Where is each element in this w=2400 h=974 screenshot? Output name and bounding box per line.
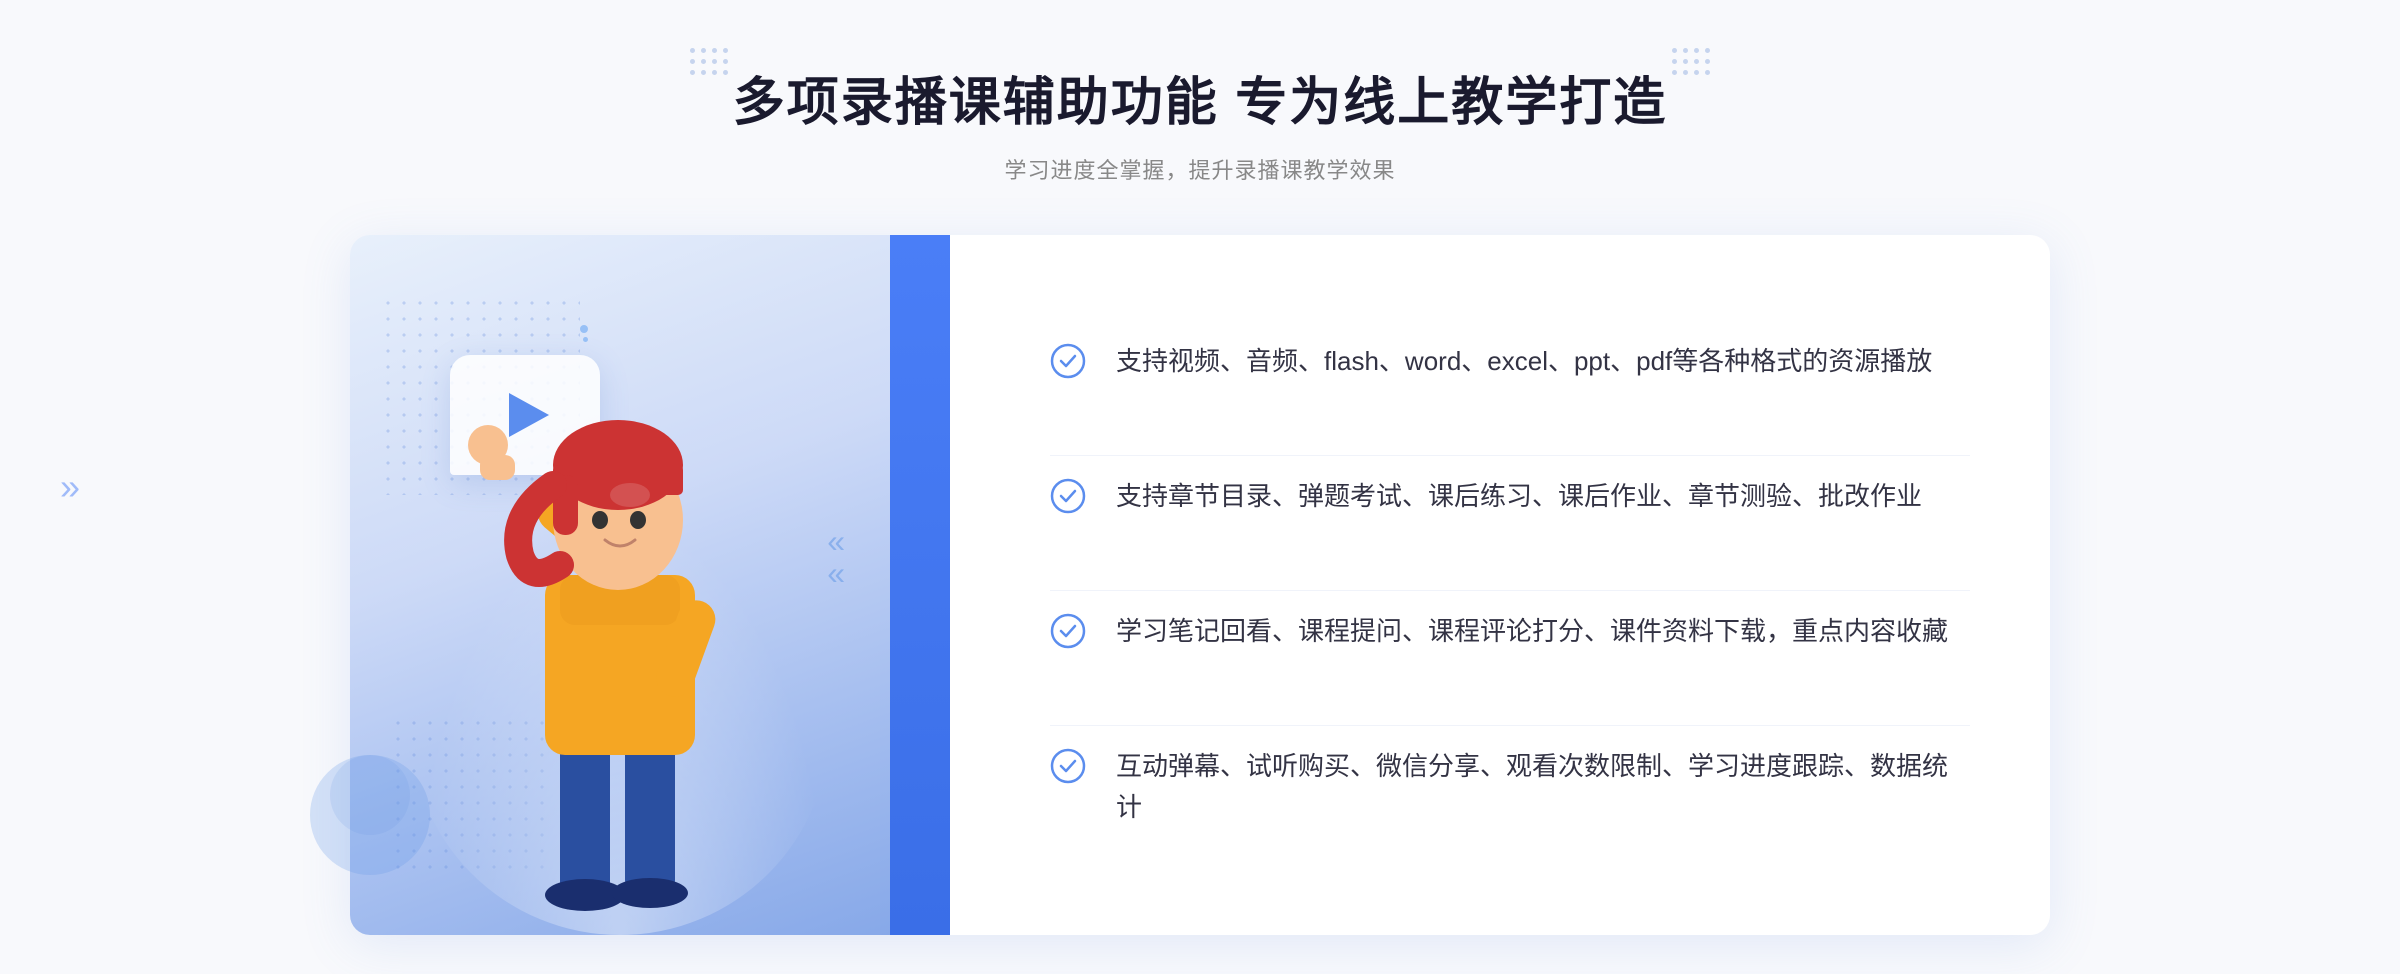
character-illustration [430,355,810,935]
feature-text-2: 支持章节目录、弹题考试、课后练习、课后作业、章节测验、批改作业 [1116,476,1922,518]
check-circle-icon-4 [1050,748,1086,784]
feature-text-3: 学习笔记回看、课程提问、课程评论打分、课件资料下载，重点内容收藏 [1116,611,1948,653]
feature-item-3: 学习笔记回看、课程提问、课程评论打分、课件资料下载，重点内容收藏 [1050,590,1970,673]
right-features-panel: 支持视频、音频、flash、word、excel、ppt、pdf等各种格式的资源… [930,235,2050,935]
title-deco-left-dots [690,48,728,75]
sparkle-dot-1 [580,325,588,333]
header-section: 多项录播课辅助功能 专为线上教学打造 学习进度全掌握，提升录播课教学效果 [733,60,1667,185]
main-title: 多项录播课辅助功能 专为线上教学打造 [733,60,1667,135]
feature-text-1: 支持视频、音频、flash、word、excel、ppt、pdf等各种格式的资源… [1116,341,1932,383]
sub-title: 学习进度全掌握，提升录播课教学效果 [733,153,1667,185]
deco-circle-small [330,755,410,835]
left-illustration-panel: «« [350,235,930,935]
feature-item-1: 支持视频、音频、flash、word、excel、ppt、pdf等各种格式的资源… [1050,321,1970,403]
sparkle-decoration [580,325,588,342]
content-card: «« [350,235,2050,935]
sparkle-dot-2 [583,337,588,342]
chevron-arrows-deco: «« [827,525,845,589]
check-circle-icon-3 [1050,613,1086,649]
check-circle-icon-1 [1050,343,1086,379]
page-container: 多项录播课辅助功能 专为线上教学打造 学习进度全掌握，提升录播课教学效果 » [0,0,2400,974]
page-chevron-left-icon: » [60,466,80,508]
feature-text-4: 互动弹幕、试听购买、微信分享、观看次数限制、学习进度跟踪、数据统计 [1116,746,1970,829]
check-circle-icon-2 [1050,478,1086,514]
feature-item-4: 互动弹幕、试听购买、微信分享、观看次数限制、学习进度跟踪、数据统计 [1050,725,1970,849]
blue-accent-bar [890,235,950,935]
title-deco-right-dots [1672,48,1710,75]
feature-item-2: 支持章节目录、弹题考试、课后练习、课后作业、章节测验、批改作业 [1050,455,1970,538]
